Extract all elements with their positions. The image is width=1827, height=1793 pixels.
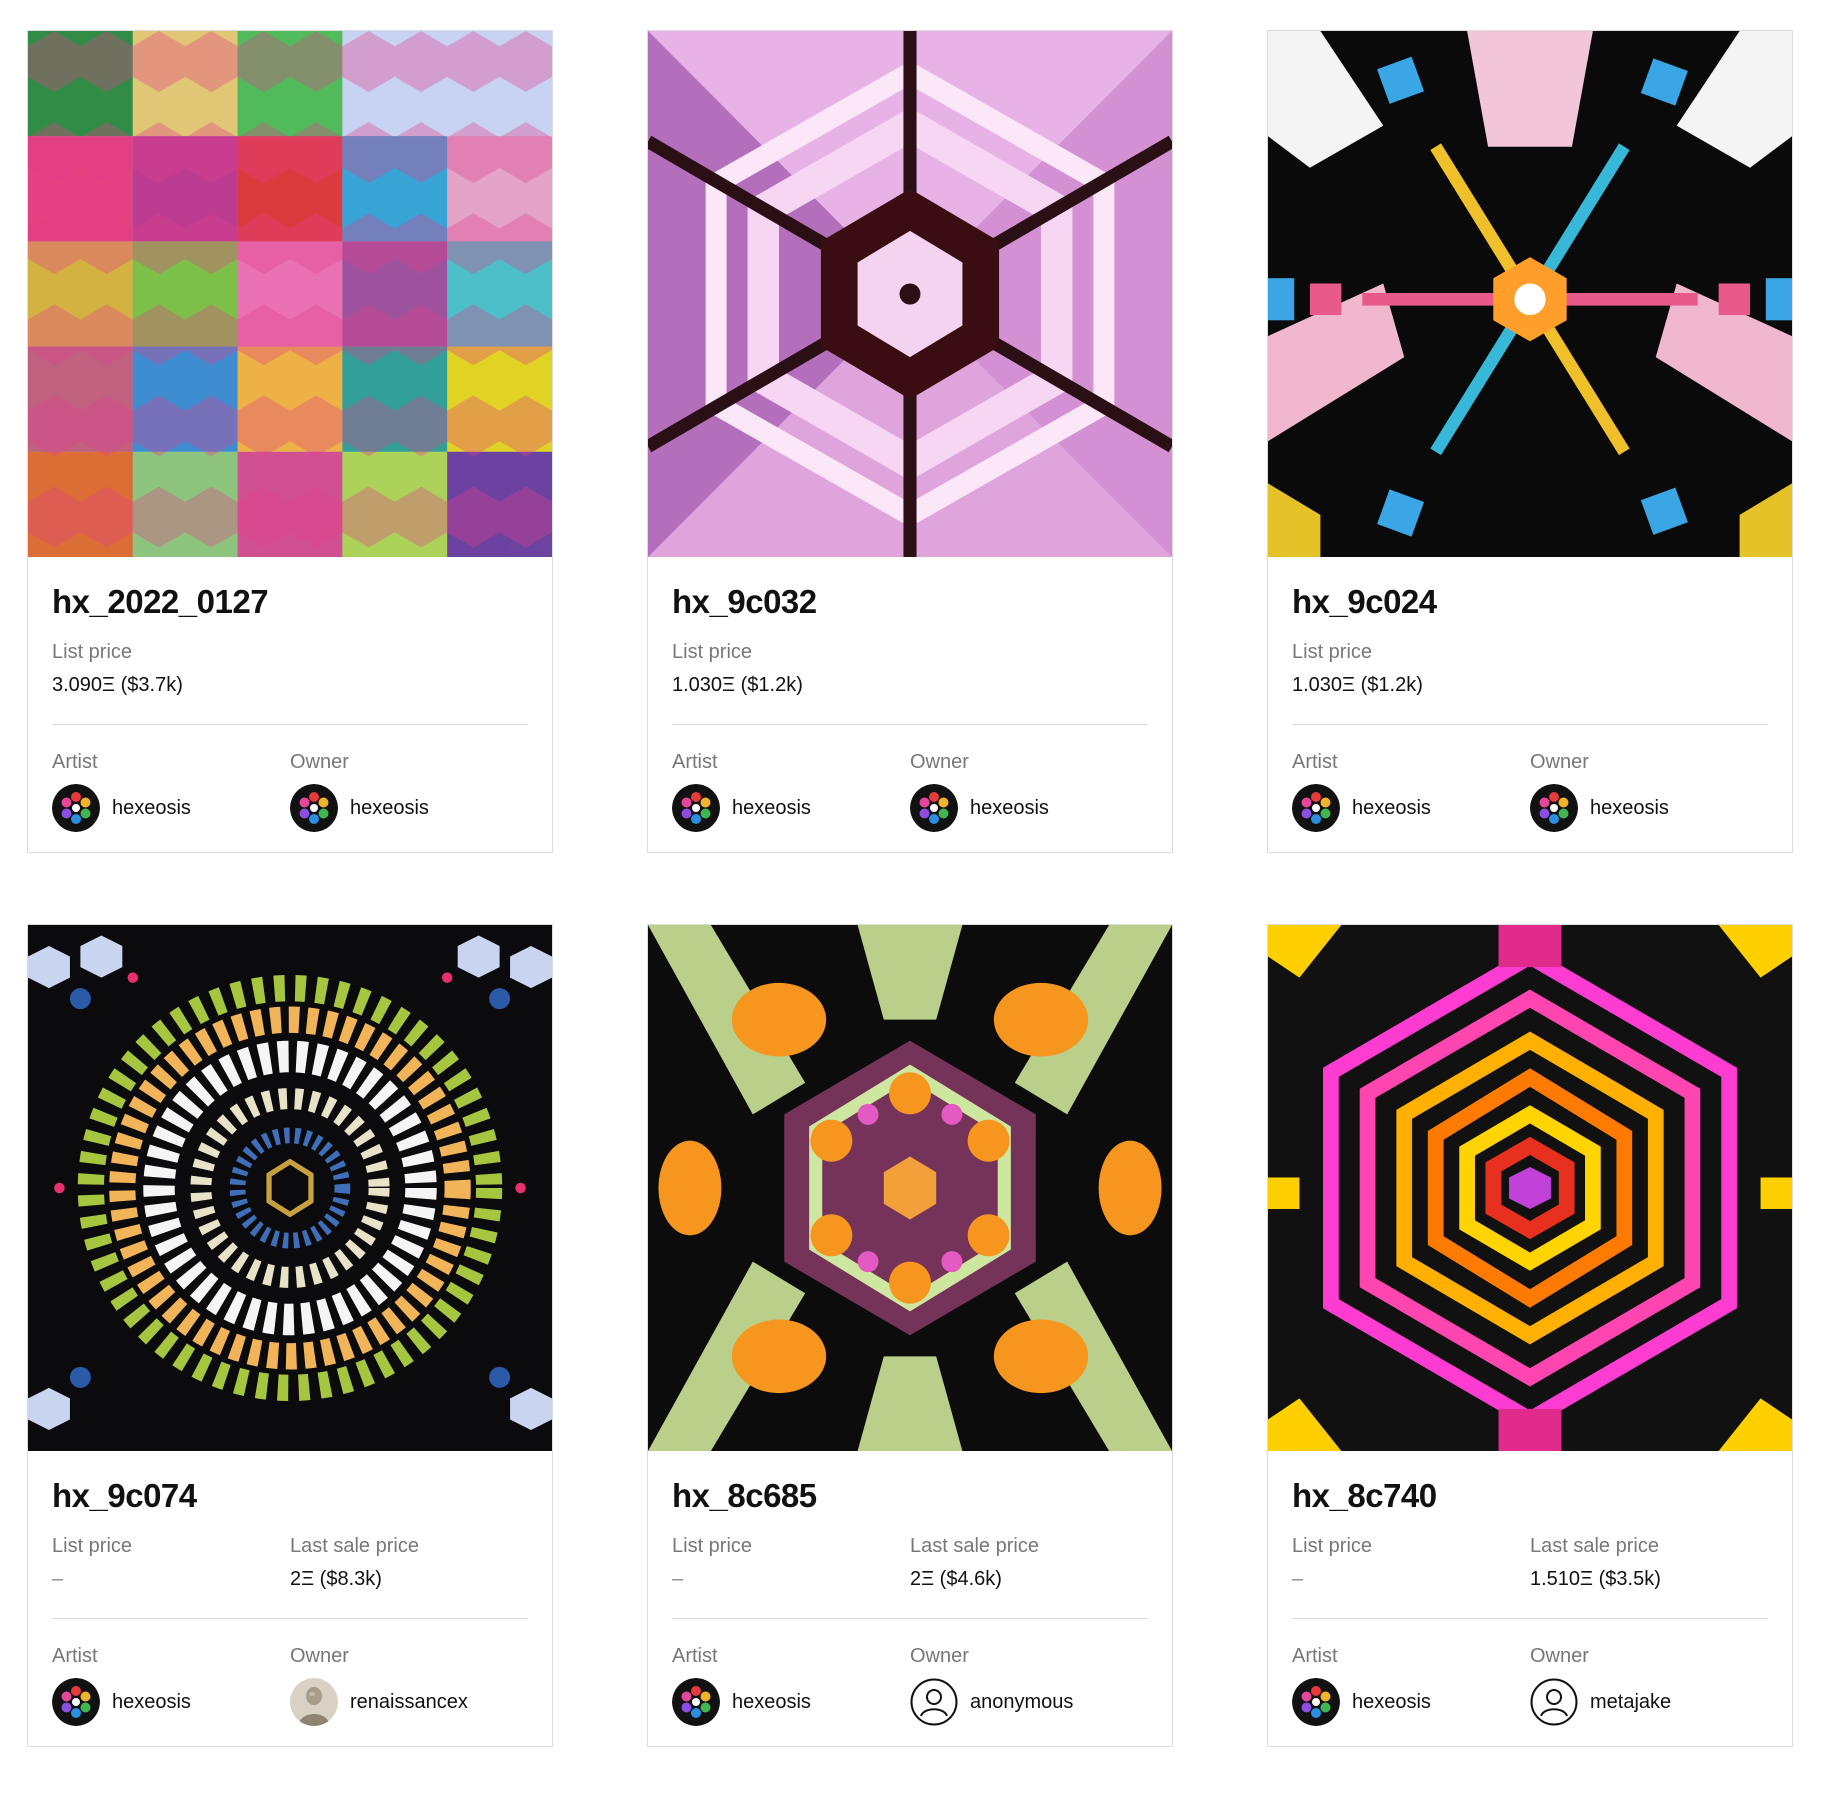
- artist-label: Artist: [52, 1645, 98, 1667]
- owner-label: Owner: [910, 751, 969, 773]
- artist-label: Artist: [1292, 1645, 1338, 1667]
- artist-name: hexeosis: [732, 1690, 811, 1713]
- list-price-value: 3.090Ξ ($3.7k): [52, 674, 183, 696]
- artwork-title[interactable]: hx_9c024: [1292, 583, 1437, 621]
- list-price-value: –: [1292, 1568, 1304, 1590]
- owner-link[interactable]: metajake: [1530, 1678, 1671, 1726]
- artist-name: hexeosis: [112, 796, 191, 819]
- artwork-card[interactable]: hx_9c074 List price – Last sale price 2Ξ…: [27, 924, 553, 1747]
- artwork-card[interactable]: hx_9c032 List price 1.030Ξ ($1.2k) Artis…: [647, 30, 1173, 853]
- owner-label: Owner: [1530, 1645, 1589, 1667]
- list-price-label: List price: [1292, 1535, 1373, 1557]
- artist-link[interactable]: hexeosis: [672, 1678, 811, 1726]
- artist-name: hexeosis: [732, 796, 811, 819]
- user-outline-icon: [1530, 1678, 1578, 1726]
- divider: [672, 724, 1148, 725]
- artwork-card[interactable]: hx_9c024 List price 1.030Ξ ($1.2k) Artis…: [1267, 30, 1793, 853]
- divider: [1292, 724, 1768, 725]
- artwork-title[interactable]: hx_2022_0127: [52, 583, 269, 621]
- owner-link[interactable]: hexeosis: [910, 784, 1049, 832]
- divider: [52, 724, 528, 725]
- artist-name: hexeosis: [1352, 796, 1431, 819]
- owner-label: Owner: [290, 751, 349, 773]
- owner-name: metajake: [1590, 1690, 1672, 1713]
- artwork-title[interactable]: hx_8c740: [1292, 1477, 1437, 1515]
- artwork-image[interactable]: [648, 925, 1172, 1451]
- divider: [1292, 1618, 1768, 1619]
- owner-label: Owner: [290, 1645, 349, 1667]
- hexeosis-logo-avatar: [52, 784, 100, 832]
- artwork-card[interactable]: hx_8c740 List price – Last sale price 1.…: [1267, 924, 1793, 1747]
- owner-link[interactable]: hexeosis: [290, 784, 429, 832]
- artwork-image[interactable]: [648, 31, 1172, 557]
- list-price-value: –: [672, 1568, 684, 1590]
- last-sale-label: Last sale price: [290, 1535, 419, 1557]
- hexeosis-logo-avatar: [672, 784, 720, 832]
- artist-link[interactable]: hexeosis: [52, 784, 191, 832]
- owner-label: Owner: [910, 1645, 969, 1667]
- artist-label: Artist: [1292, 751, 1338, 773]
- owner-link[interactable]: anonymous: [910, 1678, 1073, 1726]
- owner-name: hexeosis: [1590, 796, 1669, 819]
- owner-name: hexeosis: [350, 796, 429, 819]
- divider: [672, 1618, 1148, 1619]
- artist-link[interactable]: hexeosis: [52, 1678, 191, 1726]
- last-sale-value: 2Ξ ($8.3k): [290, 1568, 382, 1590]
- artwork-image[interactable]: [1268, 31, 1792, 557]
- artist-link[interactable]: hexeosis: [1292, 784, 1431, 832]
- artist-link[interactable]: hexeosis: [672, 784, 811, 832]
- hexeosis-logo-avatar: [1530, 784, 1578, 832]
- artwork-title[interactable]: hx_9c032: [672, 583, 817, 621]
- artwork-title[interactable]: hx_9c074: [52, 1477, 197, 1515]
- artist-label: Artist: [52, 751, 98, 773]
- hexeosis-logo-avatar: [290, 784, 338, 832]
- list-price-label: List price: [52, 641, 133, 663]
- list-price-value: 1.030Ξ ($1.2k): [1292, 674, 1423, 696]
- artist-name: hexeosis: [1352, 1690, 1431, 1713]
- list-price-value: 1.030Ξ ($1.2k): [672, 674, 803, 696]
- artwork-image[interactable]: [28, 925, 552, 1451]
- hexeosis-logo-avatar: [52, 1678, 100, 1726]
- list-price-label: List price: [672, 641, 753, 663]
- owner-name: hexeosis: [970, 796, 1049, 819]
- list-price-label: List price: [1292, 641, 1373, 663]
- artist-label: Artist: [672, 1645, 718, 1667]
- artwork-title[interactable]: hx_8c685: [672, 1477, 817, 1515]
- last-sale-value: 2Ξ ($4.6k): [910, 1568, 1002, 1590]
- artist-label: Artist: [672, 751, 718, 773]
- artwork-card[interactable]: hx_8c685 List price – Last sale price 2Ξ…: [647, 924, 1173, 1747]
- artwork-image[interactable]: [1268, 925, 1792, 1451]
- artist-name: hexeosis: [112, 1690, 191, 1713]
- hexeosis-logo-avatar: [1292, 1678, 1340, 1726]
- owner-label: Owner: [1530, 751, 1589, 773]
- owner-link[interactable]: renaissancex: [290, 1678, 468, 1726]
- last-sale-value: 1.510Ξ ($3.5k): [1530, 1568, 1661, 1590]
- hexeosis-logo-avatar: [910, 784, 958, 832]
- list-price-label: List price: [52, 1535, 133, 1557]
- statue-photo-avatar: [290, 1678, 338, 1726]
- list-price-label: List price: [672, 1535, 753, 1557]
- artwork-card[interactable]: hx_2022_0127 List price 3.090Ξ ($3.7k) A…: [27, 30, 553, 853]
- artwork-image[interactable]: [28, 31, 552, 557]
- divider: [52, 1618, 528, 1619]
- last-sale-label: Last sale price: [910, 1535, 1039, 1557]
- artwork-grid: hx_2022_0127 List price 3.090Ξ ($3.7k) A…: [0, 0, 1827, 1793]
- hexeosis-logo-avatar: [672, 1678, 720, 1726]
- owner-name: renaissancex: [350, 1690, 468, 1713]
- hexeosis-logo-avatar: [1292, 784, 1340, 832]
- artist-link[interactable]: hexeosis: [1292, 1678, 1431, 1726]
- list-price-value: –: [52, 1568, 64, 1590]
- owner-name: anonymous: [970, 1690, 1074, 1713]
- owner-link[interactable]: hexeosis: [1530, 784, 1669, 832]
- last-sale-label: Last sale price: [1530, 1535, 1659, 1557]
- user-outline-icon: [910, 1678, 958, 1726]
